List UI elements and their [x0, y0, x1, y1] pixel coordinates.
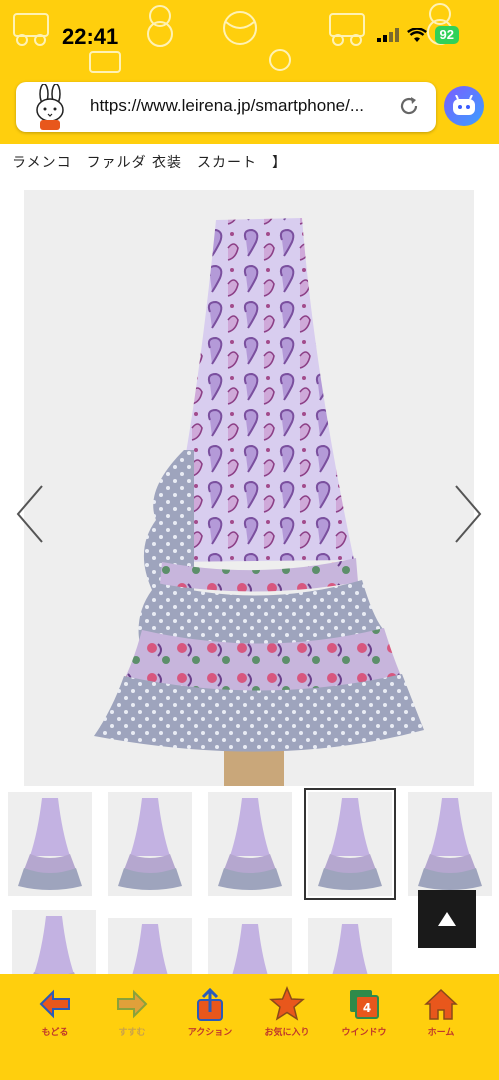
home-icon	[424, 988, 458, 1020]
toolbar-home-label: ホーム	[427, 1028, 455, 1038]
thumb-4[interactable]	[304, 788, 396, 900]
toolbar-action[interactable]: アクション	[170, 986, 250, 1046]
share-icon	[197, 987, 223, 1021]
main-product-photo[interactable]	[24, 190, 474, 786]
toolbar-back[interactable]: もどる	[15, 986, 95, 1046]
bunny-favicon-icon	[36, 84, 64, 130]
toolbar-action-label: アクション	[187, 1028, 233, 1038]
bottom-toolbar: もどる すすむ アクション お気に入り 4 ウインドウ ホーム	[0, 974, 499, 1080]
toolbar-forward[interactable]: すすむ	[92, 986, 172, 1046]
url-text[interactable]: https://www.leirena.jp/smartphone/...	[90, 96, 400, 116]
forward-arrow-icon	[117, 989, 148, 1019]
thumb-7[interactable]	[108, 918, 192, 974]
back-arrow-icon	[39, 989, 70, 1019]
browser-top-bar: 22:41 92 https://www.leirena.jp/smartpho…	[0, 0, 499, 144]
thumb-6[interactable]	[12, 910, 96, 974]
skirt-illustration	[24, 190, 474, 786]
next-image-arrow-icon[interactable]	[450, 482, 486, 546]
signal-icon	[376, 28, 399, 42]
previous-image-arrow-icon[interactable]	[12, 482, 48, 546]
up-triangle-icon	[438, 912, 456, 926]
toolbar-favorites[interactable]: お気に入り	[247, 986, 327, 1046]
robot-icon	[453, 95, 475, 115]
thumb-2[interactable]	[108, 792, 192, 896]
extension-button[interactable]	[444, 86, 484, 126]
window-count: 4	[363, 1001, 371, 1015]
thumb-3[interactable]	[208, 792, 292, 896]
battery-indicator: 92	[434, 26, 459, 44]
status-time: 22:41	[62, 24, 119, 49]
product-title: ラメンコ ファルダ 衣装 スカート 】	[12, 155, 288, 171]
windows-icon: 4	[350, 990, 379, 1019]
wifi-icon	[406, 27, 427, 42]
toolbar-home[interactable]: ホーム	[401, 986, 481, 1046]
address-bar[interactable]: https://www.leirena.jp/smartphone/...	[16, 82, 436, 132]
toolbar-forward-label: すすむ	[118, 1028, 146, 1038]
thumb-1[interactable]	[8, 792, 92, 896]
thumb-5[interactable]	[408, 792, 492, 896]
toolbar-back-label: もどる	[41, 1028, 69, 1038]
toolbar-windows-label: ウインドウ	[341, 1028, 387, 1038]
reload-icon[interactable]	[398, 95, 420, 117]
star-icon	[269, 986, 305, 1021]
scroll-to-top-button[interactable]	[418, 890, 476, 948]
thumb-8[interactable]	[208, 918, 292, 974]
toolbar-windows[interactable]: 4 ウインドウ	[324, 986, 404, 1046]
toolbar-favorites-label: お気に入り	[264, 1028, 310, 1038]
thumb-9[interactable]	[308, 918, 392, 974]
status-icons: 92	[376, 26, 459, 44]
